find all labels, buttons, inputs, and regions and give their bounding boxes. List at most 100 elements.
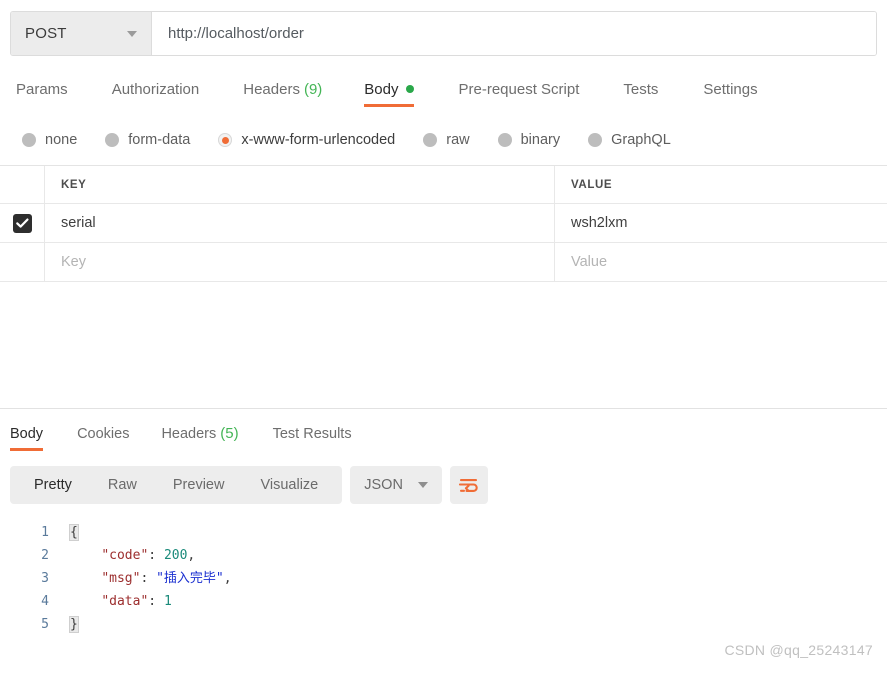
value-input-value: wsh2lxm (571, 215, 628, 231)
code-token-key: "data" (101, 594, 149, 609)
row-key-cell[interactable]: serial (45, 204, 555, 242)
line-number-gutter: 1 2 3 4 5 (0, 518, 62, 633)
chevron-down-icon (418, 482, 429, 488)
body-mode-none[interactable]: none (22, 132, 77, 148)
tab-label: Cookies (77, 425, 130, 442)
row-key-cell[interactable]: Key (45, 243, 555, 281)
tab-label: Pre-request Script (458, 81, 580, 98)
body-mode-label: binary (520, 132, 561, 148)
header-value-cell: VALUE (555, 166, 887, 203)
radio-button-icon[interactable] (105, 133, 120, 147)
view-mode-visualize[interactable]: Visualize (242, 466, 336, 504)
tab-count-badge: (9) (303, 81, 323, 98)
row-checkbox-cell (0, 204, 45, 242)
body-mode-label: raw (446, 132, 470, 148)
value-input-placeholder: Value (571, 254, 608, 270)
code-token-pun: { (69, 524, 79, 541)
row-checkbox-cell (0, 243, 45, 281)
view-mode-raw[interactable]: Raw (90, 466, 155, 504)
body-present-dot-icon (405, 85, 414, 93)
key-input-placeholder: Key (61, 254, 86, 270)
radio-button-icon[interactable] (218, 133, 233, 147)
http-method-select[interactable]: POST (11, 12, 152, 55)
response-tab-test-results[interactable]: Test Results (273, 426, 352, 451)
row-value-cell[interactable]: Value (555, 243, 887, 281)
code-token-key: "msg" (101, 571, 141, 586)
response-tab-body[interactable]: Body (10, 425, 44, 451)
tab-label: Headers (243, 81, 300, 98)
code-token-pun: : (140, 571, 157, 586)
tab-label: Params (16, 81, 68, 98)
url-bar: POST http://localhost/order (10, 11, 877, 56)
form-urlencoded-table: KEY VALUE serial wsh2lxm Key Value (0, 165, 887, 282)
request-tab-tests[interactable]: Tests (623, 81, 658, 107)
body-mode-raw[interactable]: raw (423, 132, 470, 148)
tab-label: Body (364, 81, 399, 98)
line-number: 2 (41, 548, 49, 563)
body-mode-graphql[interactable]: GraphQL (588, 132, 671, 148)
code-token-pun: } (69, 616, 79, 633)
postman-request-response-pane: POST http://localhost/order Params Author… (0, 0, 887, 675)
request-tab-pre-request-script[interactable]: Pre-request Script (459, 81, 580, 107)
row-value-cell[interactable]: wsh2lxm (555, 204, 887, 242)
response-tab-headers[interactable]: Headers (5) (161, 425, 238, 451)
body-mode-binary[interactable]: binary (497, 132, 561, 148)
line-number: 4 (41, 594, 49, 609)
request-tab-authorization[interactable]: Authorization (112, 81, 200, 107)
body-mode-label: GraphQL (611, 132, 671, 148)
code-line: { (69, 521, 887, 544)
radio-button-icon[interactable] (22, 133, 36, 147)
table-row[interactable]: serial wsh2lxm (0, 204, 887, 243)
request-tab-bar: Params Authorization Headers (9) Body Pre-req… (0, 74, 887, 114)
body-mode-form-data[interactable]: form-data (105, 132, 190, 148)
radio-button-icon[interactable] (423, 133, 438, 147)
code-content: { "code": 200, "msg": "插入完毕", "data": 1} (62, 518, 887, 633)
code-token-num: 200 (163, 548, 188, 563)
key-input-value: serial (61, 215, 96, 231)
tab-label: Authorization (111, 81, 200, 98)
radio-button-icon[interactable] (497, 133, 512, 147)
row-enabled-checkbox[interactable] (12, 213, 32, 233)
url-input[interactable]: http://localhost/order (152, 12, 876, 55)
code-token-pun: , (187, 548, 196, 563)
pane-divider[interactable] (0, 408, 887, 409)
tab-count-badge: (5) (220, 425, 239, 442)
response-format-label: JSON (364, 477, 403, 493)
body-mode-x-www-form-urlencoded[interactable]: x-www-form-urlencoded (218, 132, 395, 148)
tab-label: Headers (161, 426, 217, 442)
code-line: } (69, 613, 887, 636)
response-tab-cookies[interactable]: Cookies (77, 426, 129, 451)
view-mode-preview[interactable]: Preview (155, 466, 243, 504)
chevron-down-icon (127, 30, 137, 37)
line-number: 5 (41, 617, 49, 632)
body-mode-radio-group: none form-data x-www-form-urlencoded raw bin… (0, 125, 887, 155)
header-checkbox-cell (0, 166, 45, 203)
request-tab-params[interactable]: Params (16, 81, 68, 107)
body-mode-label: form-data (128, 132, 191, 148)
request-tab-body[interactable]: Body (364, 81, 414, 107)
word-wrap-icon (459, 479, 478, 492)
table-header-row: KEY VALUE (0, 166, 887, 204)
check-icon (15, 218, 28, 228)
request-tab-headers[interactable]: Headers (9) (243, 81, 322, 107)
tab-label: Test Results (272, 425, 352, 442)
view-mode-pretty[interactable]: Pretty (16, 466, 90, 504)
code-line: "data": 1 (70, 590, 887, 613)
radio-button-icon[interactable] (588, 133, 603, 147)
table-row[interactable]: Key Value (0, 243, 887, 282)
column-header-key: KEY (61, 178, 87, 191)
request-tab-settings[interactable]: Settings (703, 81, 757, 107)
body-mode-label: none (45, 132, 78, 148)
http-method-label: POST (25, 25, 67, 42)
code-token-pun: : (148, 594, 164, 609)
response-body-code-viewer[interactable]: 1 2 3 4 5 { "code": 200, "msg": "插入完毕", "dat… (0, 518, 887, 633)
code-token-str: "插入完毕" (156, 571, 224, 586)
code-token-key: "code" (101, 548, 149, 563)
response-format-select[interactable]: JSON (350, 466, 443, 504)
word-wrap-button[interactable] (450, 466, 489, 504)
code-token-pun: : (148, 548, 164, 563)
tab-label: Body (10, 425, 44, 442)
body-mode-label: x-www-form-urlencoded (241, 132, 396, 148)
tab-label: Tests (623, 81, 659, 98)
response-view-toolbar: Pretty Raw Preview Visualize JSON (10, 466, 489, 504)
